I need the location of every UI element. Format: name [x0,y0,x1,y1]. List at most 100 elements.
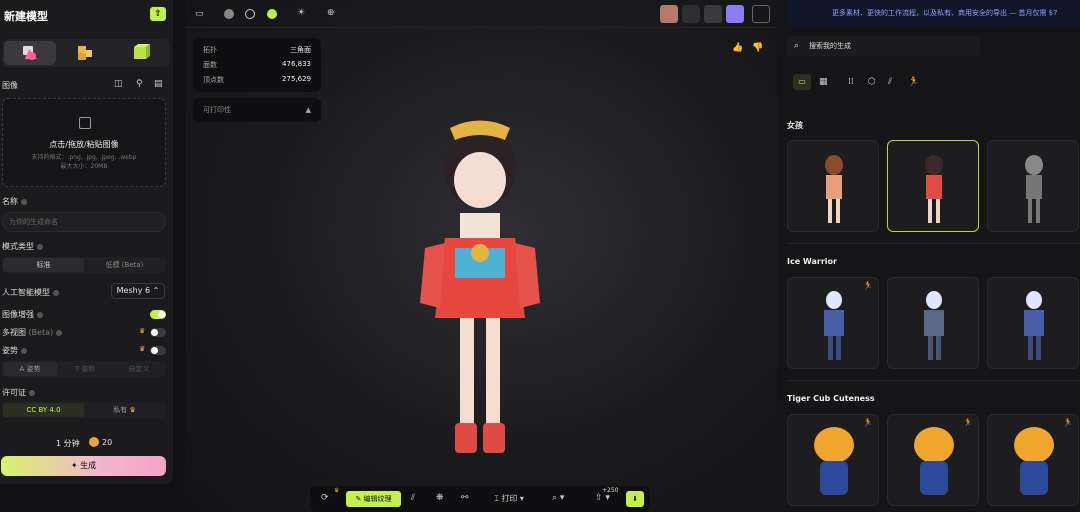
warning-icon: ▲ [305,106,311,114]
tab-image-to-3d[interactable] [4,41,56,65]
rig-icon[interactable]: ⚯ [461,493,469,503]
printability-row[interactable]: 可打印性 ▲ [193,98,321,122]
wireframe-thumb[interactable] [704,5,722,23]
multiview-label-text: 多视图 [2,328,26,337]
viewport-toolbar: ▭ ☀ ⊕ [185,0,777,28]
girl-model-thumb [925,155,943,223]
tab-text-to-3d[interactable] [114,41,166,65]
info-icon[interactable] [53,289,59,296]
light-icon[interactable]: ☀ [297,8,305,18]
info-icon[interactable] [29,389,35,396]
image-dropzone[interactable]: 点击/拖放/粘贴图像 支持的格式：.png, .jpg, .jpeg, .web… [2,98,166,187]
model-shoe-left [455,423,477,453]
animation-filter-icon[interactable]: 🏃 [908,77,919,87]
pose-toggle[interactable] [150,346,166,355]
beta-tag: (Beta) [28,328,54,337]
license-private[interactable]: 私有 ♛ [84,403,165,417]
normal-map-thumb[interactable] [682,5,700,23]
edit-texture-button[interactable]: ✎ 编辑纹理 [346,491,401,507]
share-dropdown[interactable]: ⇧ ▾ [595,493,610,503]
thumb-girl-1[interactable] [787,140,879,232]
multiview-toggle[interactable] [150,328,166,337]
license-label-text: 许可证 [2,388,26,397]
texture-shading-icon[interactable] [267,9,277,19]
model-type-label: 模式类型 [2,241,43,252]
thumb-ice-1[interactable]: 🏃 [787,277,879,369]
materials-icon[interactable]: ❋ [436,493,444,503]
thumb-tiger-1[interactable]: 🏃 [787,414,879,506]
gallery-icon[interactable]: ▤ [154,79,163,89]
thumb-girl-3[interactable] [987,140,1079,232]
tab-multi-image[interactable] [59,41,111,65]
warrior-model-thumb [924,291,944,360]
model-type-standard[interactable]: 标准 [3,258,84,272]
model-face [454,152,506,208]
all-filter-icon[interactable]: ⁞⁞ [848,77,854,87]
thumbs-up-icon[interactable]: 👍 [732,43,743,53]
thumb-tiger-2[interactable]: 🏃 [887,414,979,506]
folder-icon[interactable]: ▭ [793,74,811,90]
info-icon[interactable] [21,198,27,205]
license-ccby[interactable]: CC BY 4.0 [3,403,84,417]
color-swatch[interactable] [726,5,744,23]
texture-map-thumb[interactable] [660,5,678,23]
stat-topology-value: 三角面 [290,46,311,54]
remesh-icon[interactable]: ⟳ [321,493,329,503]
upgrade-banner[interactable]: 更多素材、更快的工作流程，以及私有、商用安全的导出 — 首月仅需 $7 [787,0,1080,26]
texture-filter-icon[interactable]: ⫽ [888,77,892,87]
name-label: 名称 [2,196,27,207]
credit-coin-icon [89,437,99,447]
bulb-icon[interactable]: ⚲ [136,79,143,89]
model-leg-left [460,318,474,428]
compare-icon[interactable]: ◫ [114,79,123,89]
upload-icon[interactable]: ⇪ [150,7,166,21]
pose-label: 姿势 [2,345,27,356]
model-viewport[interactable]: ▭ ☀ ⊕ 拓扑 三角面 面数 476,833 顶点数 275,629 可打印性 ▲ 👍… [185,0,777,512]
section-divider [787,243,1080,244]
multi-cube-icon [78,46,92,60]
info-icon[interactable] [56,329,63,336]
search-input[interactable]: 搜索我的生成 [787,36,980,56]
edit-texture-label: 编辑纹理 [363,495,392,503]
pose-t[interactable]: T 姿势 [58,362,112,376]
print-button[interactable]: ⌶ 打印 ▾ [494,493,524,504]
monitor-icon[interactable]: ▭ [195,9,204,19]
thumbs-down-icon[interactable]: 👎 [752,43,763,53]
license-toggle: CC BY 4.0 私有 ♛ [2,402,166,418]
thumb-ice-3[interactable] [987,277,1079,369]
thumb-girl-2[interactable] [887,140,979,232]
globe-icon[interactable]: ⊕ [327,8,335,18]
texture-brush-icon[interactable]: ⫽ [411,493,415,503]
bottom-toolbar: ⟳ ♛ ✎ 编辑纹理 ⫽ ❋ ⚯ ⌶ 打印 ▾ ⌕ ▾ ⇧ ▾ +250 ⬇ [310,486,650,512]
pose-a[interactable]: A 姿势 [3,362,57,376]
tools-dropdown[interactable]: ⌕ ▾ [552,493,564,503]
grid-icon[interactable]: ▦ [819,77,828,87]
info-icon[interactable] [37,311,43,318]
enhance-label-text: 图像增强 [2,310,34,319]
download-icon[interactable]: ⬇ [626,491,644,507]
matcap-icon[interactable] [245,9,255,19]
reward-badge: +250 [602,487,619,494]
ai-model-select[interactable]: Meshy 6 ⌃ [111,283,165,299]
pose-label-text: 姿势 [2,346,18,355]
thumb-tiger-3[interactable]: 🏃 [987,414,1079,506]
warrior-model-thumb [1024,291,1044,360]
name-input[interactable]: 为你的生成命名 [2,212,166,232]
animated-icon: 🏃 [1063,418,1073,427]
generation-time: 1 分钟 [56,439,80,448]
crown-icon: ♛ [129,406,136,414]
tiger-model-thumb [1014,427,1054,495]
pose-custom[interactable]: 自定义 [112,362,166,376]
no-background-icon[interactable] [752,5,770,23]
solid-shading-icon[interactable] [224,9,234,19]
printability-label: 可打印性 [203,106,231,114]
enhance-toggle[interactable] [150,310,166,319]
info-icon[interactable] [21,347,27,354]
info-icon[interactable] [37,243,43,250]
thumb-ice-2[interactable] [887,277,979,369]
generate-label: 生成 [80,461,97,470]
pose-options: A 姿势 T 姿势 自定义 [2,361,166,377]
model-type-lowpoly[interactable]: 低模 (Beta) [84,258,165,272]
generate-button[interactable]: ✦ 生成 [1,456,166,476]
model-filter-icon[interactable]: ⬡ [868,77,876,87]
